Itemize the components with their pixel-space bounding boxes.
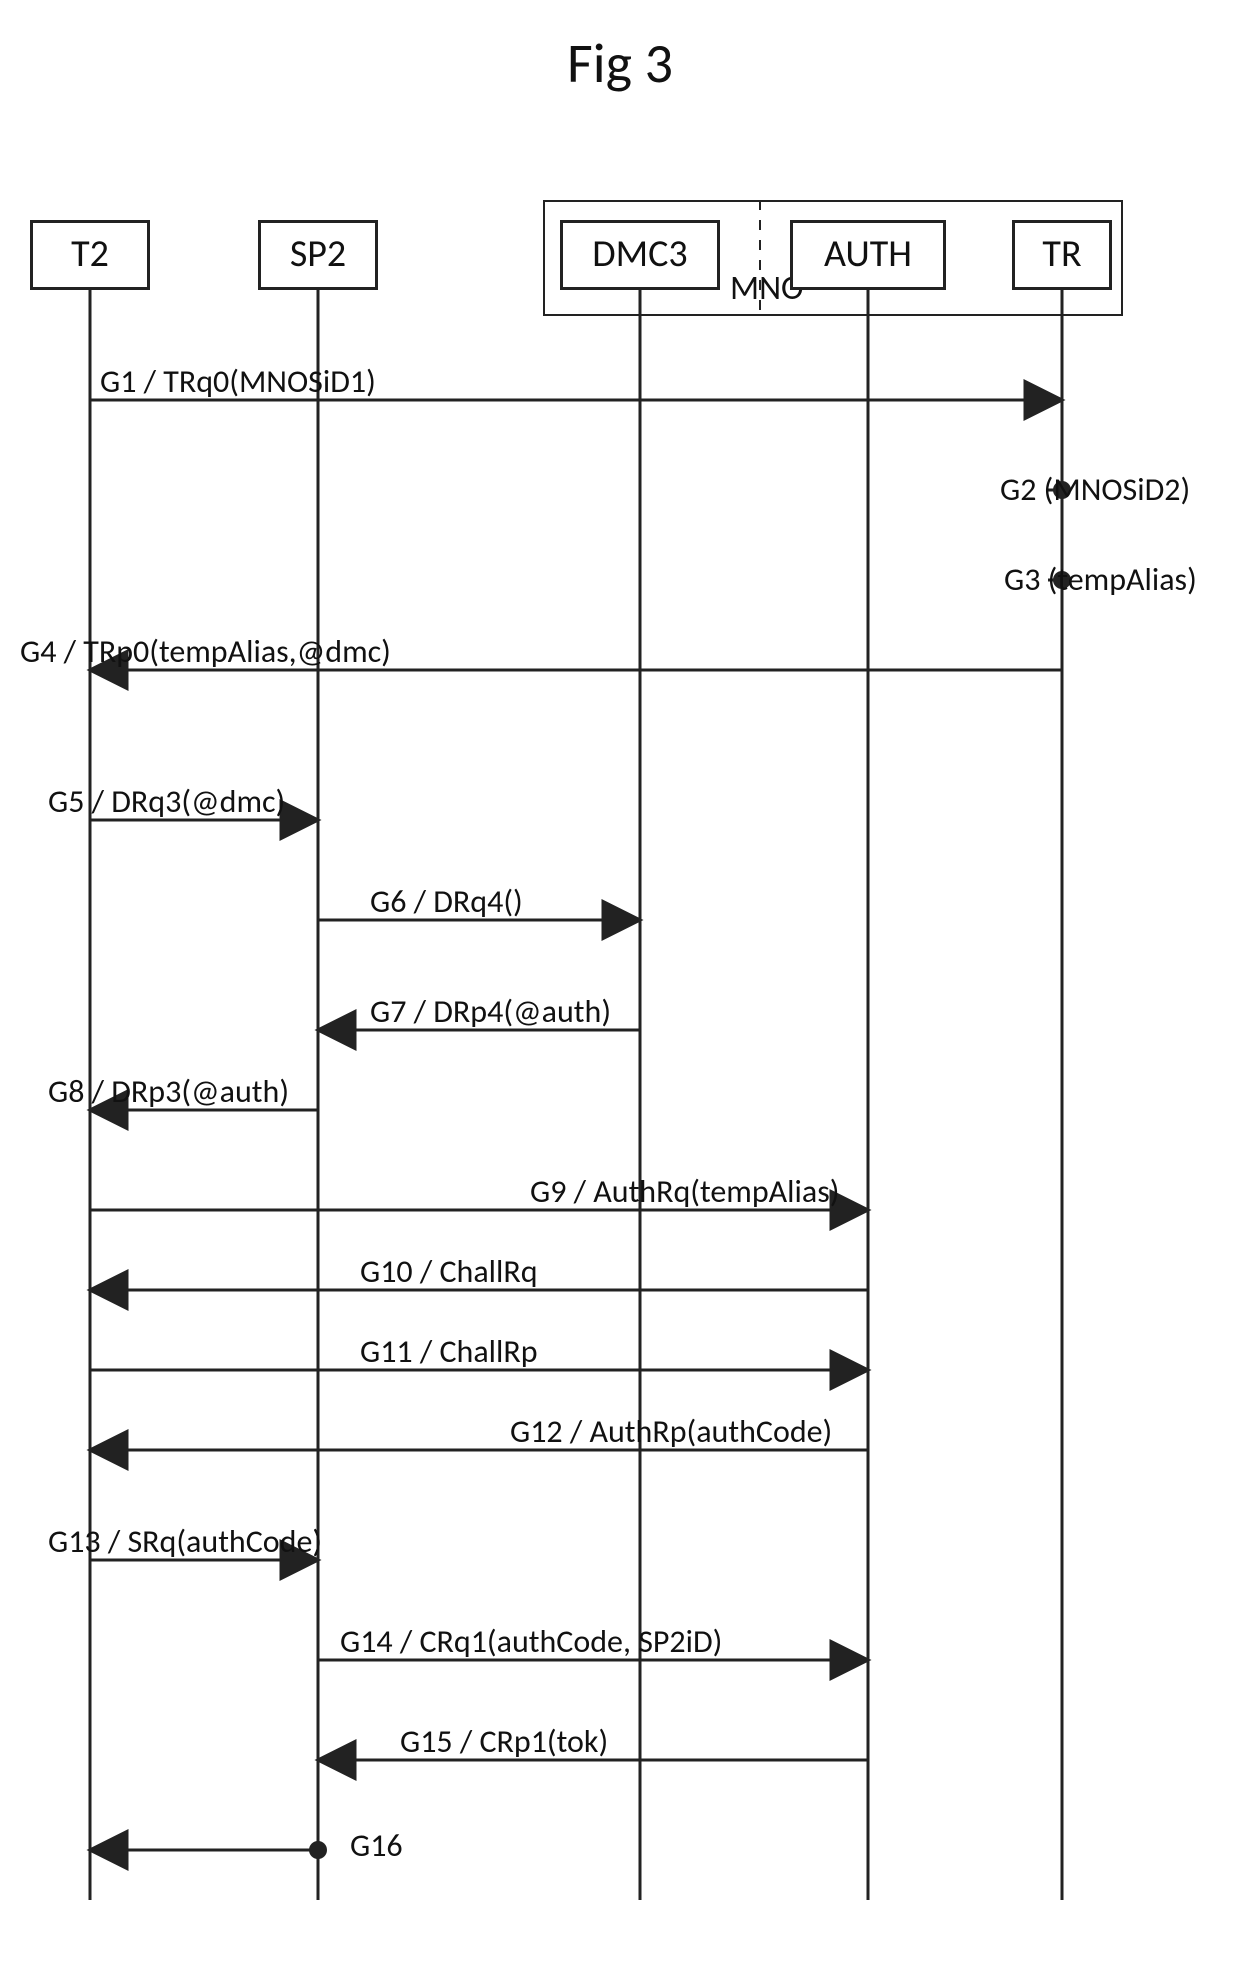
msg-g11-label: G11 / ChallRp xyxy=(360,1332,538,1371)
msg-g13-label: G13 / SRq(authCode) xyxy=(48,1522,322,1561)
msg-g4-label: G4 / TRp0(tempAlias,@dmc) xyxy=(20,632,391,671)
sequence-diagram: Fig 3 MNO T2 SP2 DMC3 AUTH TR G1 / TRq0(… xyxy=(0,0,1240,1961)
diagram-svg xyxy=(0,0,1240,1961)
msg-g10-label: G10 / ChallRq xyxy=(360,1252,538,1291)
msg-g5-label: G5 / DRq3(@dmc) xyxy=(48,782,285,821)
msg-g3-label: G3 (tempAlias) xyxy=(1004,560,1197,599)
msg-g8-label: G8 / DRp3(@auth) xyxy=(48,1072,289,1111)
msg-g1-label: G1 / TRq0(MNOSiD1) xyxy=(100,362,376,401)
msg-g7-label: G7 / DRp4(@auth) xyxy=(370,992,611,1031)
msg-g14-label: G14 / CRq1(authCode, SP2iD) xyxy=(340,1622,722,1661)
msg-g12-label: G12 / AuthRp(authCode) xyxy=(510,1412,832,1451)
msg-g2-label: G2 (MNOSiD2) xyxy=(1000,470,1190,509)
msg-g15-label: G15 / CRp1(tok) xyxy=(400,1722,608,1761)
msg-g9-label: G9 / AuthRq(tempAlias) xyxy=(530,1172,839,1211)
msg-g6-label: G6 / DRq4() xyxy=(370,882,523,921)
msg-g16-label: G16 xyxy=(350,1826,403,1865)
